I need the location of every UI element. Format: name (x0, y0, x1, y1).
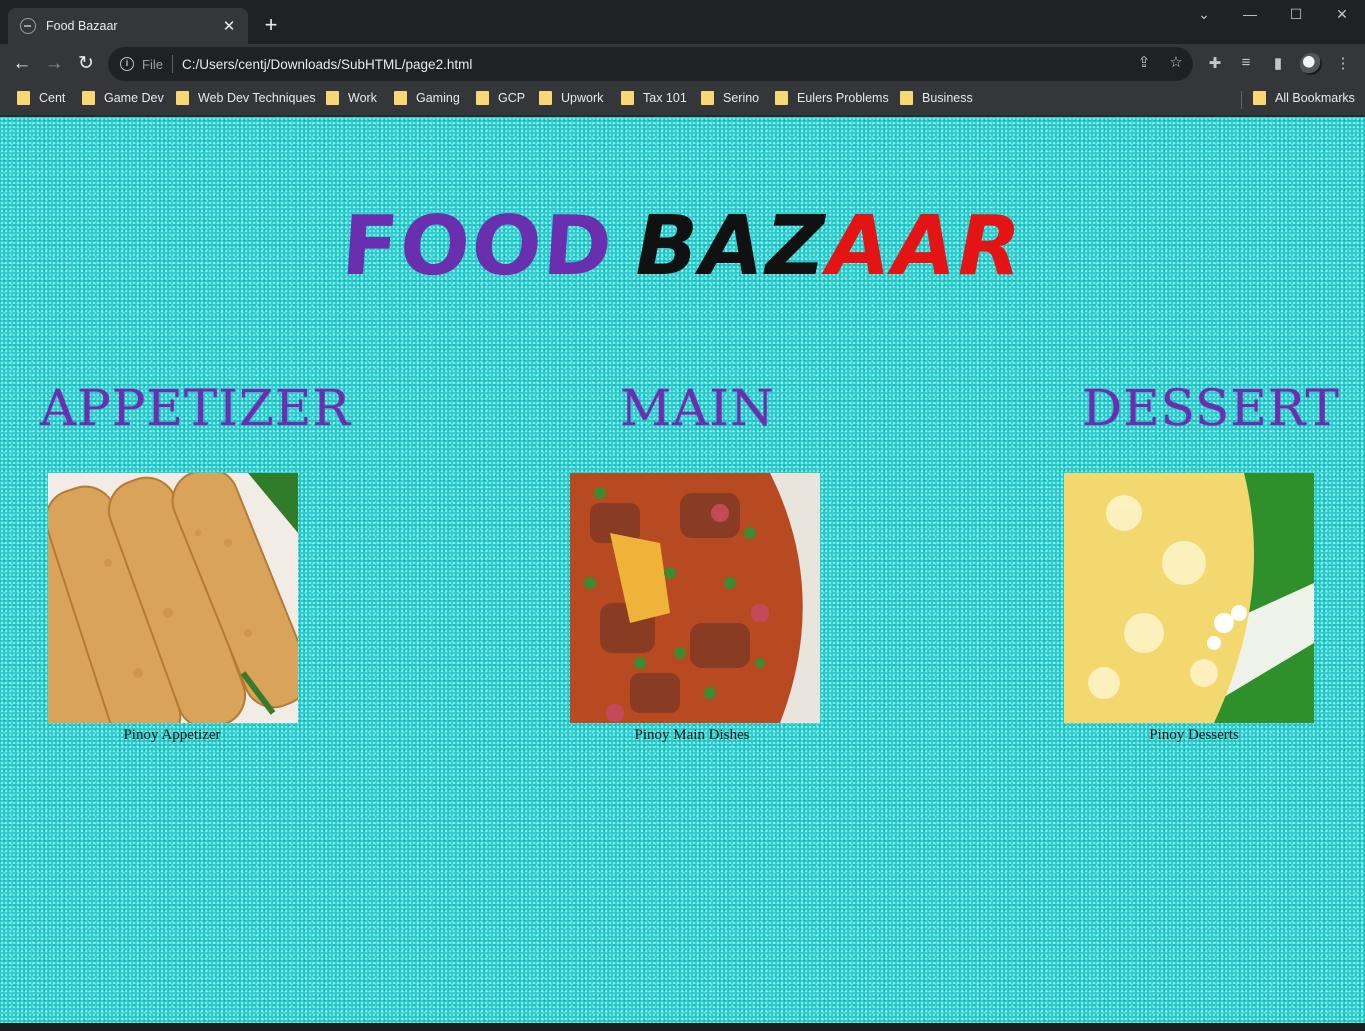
bookmark-folder[interactable]: Web Dev Techniques (176, 91, 316, 105)
share-icon[interactable]: ⇪ (1135, 53, 1153, 71)
folder-icon (176, 91, 189, 105)
logo-aar-text: AAR (826, 199, 1023, 294)
bookmark-label: Work (348, 91, 377, 105)
extensions-icon[interactable]: ✚ (1204, 54, 1226, 72)
bookmark-folder[interactable]: Upwork (539, 91, 603, 105)
reload-icon[interactable]: ↻ (73, 52, 99, 78)
bookmark-folder[interactable]: Serino (701, 91, 759, 105)
scheme-label: File (142, 56, 163, 72)
url-text[interactable]: C:/Users/centj/Downloads/SubHTML/page2.h… (182, 57, 472, 72)
bookmark-label: Business (922, 91, 973, 105)
folder-icon (701, 91, 714, 105)
forward-icon[interactable]: → (41, 52, 67, 78)
site-logo: FOOD BAZAAR (0, 199, 1365, 294)
folder-icon (900, 91, 913, 105)
dessert-heading: DESSERT (1082, 379, 1340, 437)
bookmark-star-icon[interactable]: ☆ (1167, 53, 1185, 71)
folder-icon (1253, 91, 1266, 105)
main-dish-image[interactable] (570, 473, 820, 723)
folder-icon (775, 91, 788, 105)
stew-picture (570, 473, 820, 723)
address-separator (171, 55, 173, 73)
logo-food-text: FOOD (338, 199, 617, 294)
bookmark-label: Serino (723, 91, 760, 105)
all-bookmarks-folder[interactable]: All Bookmarks (1253, 91, 1355, 105)
dessert-caption: Pinoy Desserts (1149, 727, 1239, 743)
bookmark-label: Web Dev Techniques (198, 91, 316, 105)
folder-icon (326, 91, 339, 105)
tab-search-icon[interactable]: ⌄ (1189, 6, 1219, 23)
back-icon[interactable]: ← (9, 52, 35, 78)
bookmark-folder[interactable]: Cent (17, 91, 65, 105)
browser-titlebar: Food Bazaar ✕ + ⌄ — ☐ ✕ (0, 0, 1365, 44)
all-bookmarks-label: All Bookmarks (1275, 91, 1355, 105)
folder-icon (17, 91, 30, 105)
close-tab-icon[interactable]: ✕ (220, 17, 238, 35)
tab-title: Food Bazaar (46, 19, 118, 33)
bookmarks-bar: Cent Game Dev Web Dev Techniques Work Ga… (0, 84, 1365, 116)
menu-icon[interactable]: ⋮ (1332, 54, 1354, 72)
browser-toolbar: ← → ↻ i File C:/Users/centj/Downloads/Su… (0, 44, 1365, 84)
info-icon[interactable]: i (120, 57, 134, 71)
main-caption: Pinoy Main Dishes (634, 727, 750, 743)
os-taskbar (0, 1023, 1365, 1031)
bookmark-folder[interactable]: Game Dev (82, 91, 164, 105)
bookmarks-divider (1241, 91, 1242, 109)
bookmark-folder[interactable]: Business (900, 91, 973, 105)
bookmark-label: Eulers Problems (797, 91, 889, 105)
bookmark-label: GCP (498, 91, 526, 105)
reading-list-icon[interactable]: ≡ (1235, 54, 1257, 71)
folder-icon (82, 91, 95, 105)
address-bar[interactable]: i File C:/Users/centj/Downloads/SubHTML/… (108, 47, 1193, 81)
close-window-icon[interactable]: ✕ (1327, 6, 1357, 23)
bookmark-label: Game Dev (104, 91, 164, 105)
appetizer-heading: APPETIZER (40, 379, 351, 437)
new-tab-icon[interactable]: + (258, 12, 284, 38)
bookmark-folder[interactable]: Gaming (394, 91, 460, 105)
bookmark-label: Tax 101 (643, 91, 687, 105)
bookmark-label: Cent (39, 91, 66, 105)
folder-icon (621, 91, 634, 105)
dessert-image[interactable] (1064, 473, 1314, 723)
page-content: FOOD BAZAAR APPETIZER Pinoy Appetizer MAI… (0, 117, 1365, 1023)
globe-icon (20, 18, 36, 34)
maximize-icon[interactable]: ☐ (1281, 6, 1311, 23)
minimize-icon[interactable]: — (1235, 6, 1265, 22)
bookmark-folder[interactable]: GCP (476, 91, 525, 105)
bookmark-label: Gaming (416, 91, 460, 105)
appetizer-caption: Pinoy Appetizer (123, 727, 221, 743)
folder-icon (394, 91, 407, 105)
browser-tab[interactable]: Food Bazaar ✕ (8, 8, 248, 44)
logo-baz-text: BAZ (635, 199, 827, 294)
folder-icon (476, 91, 489, 105)
folder-icon (539, 91, 552, 105)
bookmark-folder[interactable]: Tax 101 (621, 91, 687, 105)
bookmark-label: Upwork (561, 91, 604, 105)
cassava-cake-picture (1064, 473, 1314, 723)
appetizer-image[interactable] (48, 473, 298, 723)
bookmark-folder[interactable]: Eulers Problems (775, 91, 889, 105)
side-panel-icon[interactable]: ▮ (1267, 54, 1289, 72)
lumpia-picture (48, 473, 298, 723)
profile-avatar[interactable] (1300, 53, 1322, 75)
main-heading: MAIN (620, 379, 775, 437)
bookmark-folder[interactable]: Work (326, 91, 377, 105)
